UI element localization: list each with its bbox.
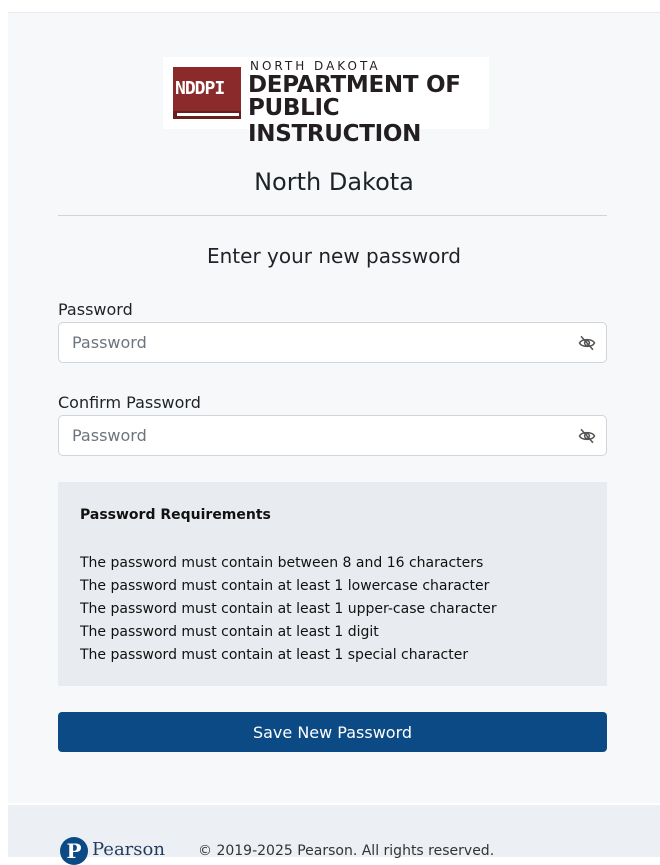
eye-slash-icon[interactable] (578, 334, 596, 352)
logo-line-1: NORTH DAKOTA (250, 59, 381, 73)
top-strip (0, 0, 660, 12)
requirements-title: Password Requirements (80, 507, 271, 523)
save-new-password-button[interactable]: Save New Password (58, 712, 607, 752)
logo-abbrev: NDDPI (175, 78, 225, 99)
confirm-password-input[interactable] (72, 416, 572, 455)
password-field-wrapper (58, 322, 607, 363)
logo-line-3: PUBLIC INSTRUCTION (248, 95, 422, 147)
password-input[interactable] (72, 323, 572, 362)
nddpi-logo: NDDPI NORTH DAKOTA DEPARTMENT OF PUBLIC … (163, 57, 489, 147)
requirement-item: The password must contain at least 1 upp… (80, 601, 497, 617)
pearson-logo-icon: P (60, 837, 88, 865)
password-requirements-panel: Password Requirements The password must … (58, 482, 607, 686)
requirement-item: The password must contain at least 1 spe… (80, 647, 469, 663)
divider (58, 215, 607, 216)
requirements-list: The password must contain between 8 and … (80, 552, 497, 667)
form-title: Enter your new password (206, 244, 461, 268)
requirement-item: The password must contain at least 1 low… (80, 578, 490, 594)
requirement-item: The password must contain between 8 and … (80, 555, 484, 571)
eye-slash-icon[interactable] (578, 427, 596, 445)
confirm-password-label: Confirm Password (58, 393, 201, 412)
requirement-item: The password must contain at least 1 dig… (80, 624, 379, 640)
confirm-password-field-wrapper (58, 415, 607, 456)
state-title: North Dakota (254, 168, 414, 196)
footer: P Pearson © 2019-2025 Pearson. All right… (8, 805, 660, 865)
password-label: Password (58, 300, 133, 319)
